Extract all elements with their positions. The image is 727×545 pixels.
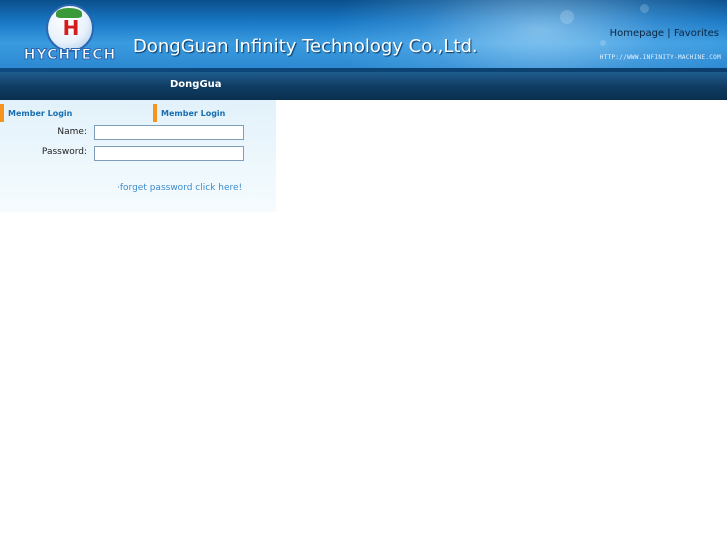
password-label: Password: (41, 147, 87, 157)
banner-bubble (560, 10, 574, 24)
password-input[interactable] (94, 146, 244, 161)
top-links: Homepage | Favorites (610, 28, 719, 39)
member-login-panel: Member Login Member Login Name: Password… (0, 100, 276, 212)
logo-wordmark: HYCHTECH (23, 47, 117, 64)
logo-monogram: H (62, 16, 80, 40)
forgot-password-link[interactable]: ·forget password click here! (117, 183, 242, 193)
banner-bubble (600, 40, 606, 46)
name-input[interactable] (94, 125, 244, 140)
name-label: Name: (57, 127, 87, 137)
homepage-link[interactable]: Homepage (610, 28, 665, 39)
favorites-link[interactable]: Favorites (674, 28, 719, 39)
link-separator: | (667, 28, 671, 39)
company-name: DongGuan Infinity Technology Co.,Ltd. (133, 36, 478, 57)
banner-bubble (640, 4, 649, 13)
scrolling-marquee: DongGuan (170, 79, 222, 90)
nav-bar: DongGuan (0, 72, 727, 100)
member-login-heading: Member Login (0, 104, 120, 122)
company-logo: H HYCHTECH (12, 4, 128, 66)
site-url: HTTP://WWW.INFINITY-MACHINE.COM (599, 54, 721, 61)
member-login-heading-secondary: Member Login (153, 104, 273, 122)
header-banner: H HYCHTECH DongGuan Infinity Technology … (0, 0, 727, 72)
